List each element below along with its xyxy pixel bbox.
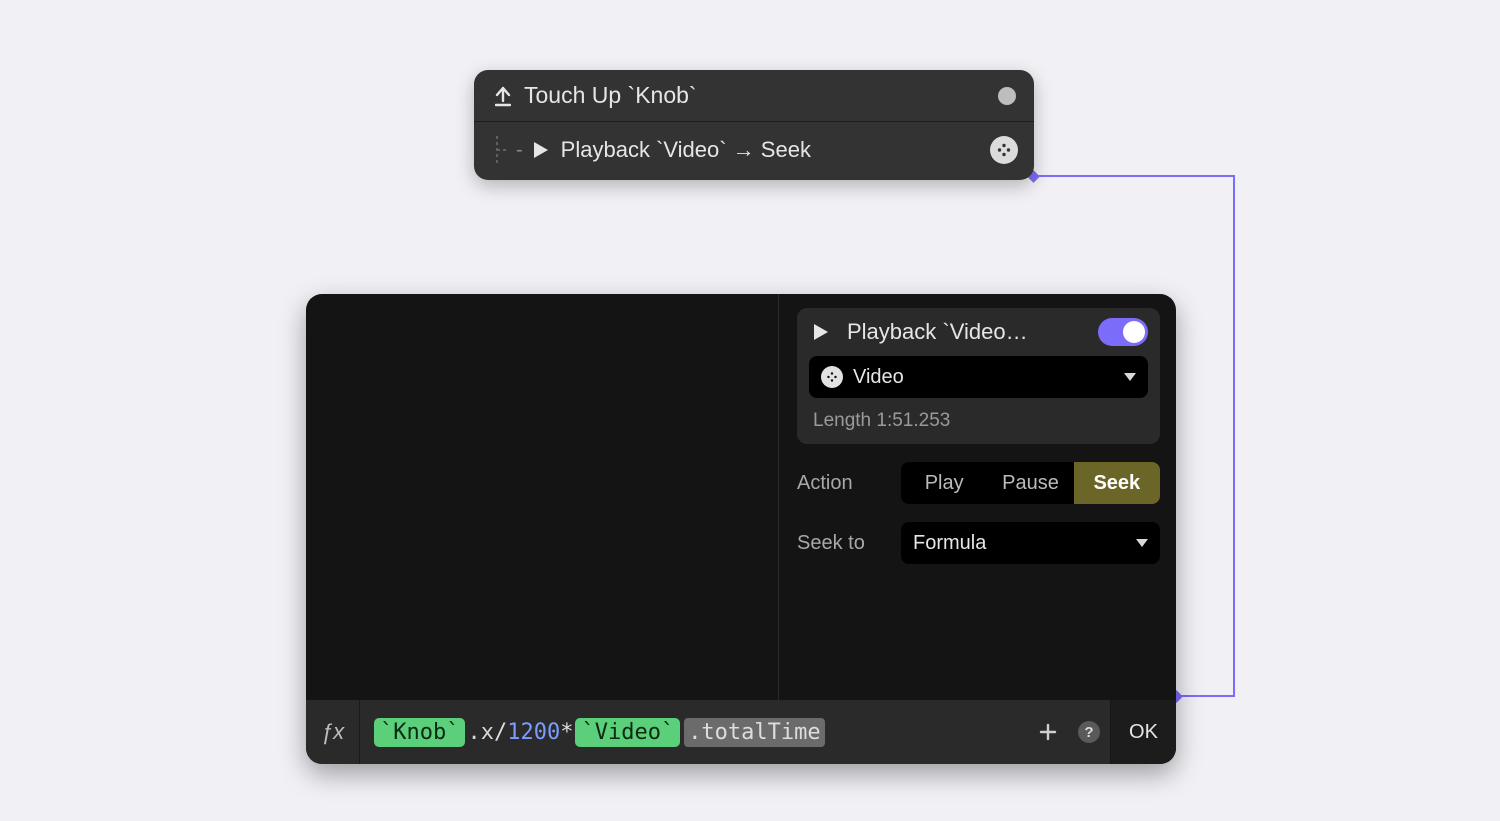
formula-input[interactable]: `Knob`.x/1200*`Video`.totalTime — [360, 700, 1032, 764]
trigger-child-row[interactable]: - Playback `Video` → Seek — [474, 122, 1034, 180]
seekto-value: Formula — [913, 532, 1136, 555]
trigger-title: Touch Up `Knob` — [524, 82, 998, 109]
formula-token-ref[interactable]: `Video` — [575, 718, 680, 747]
chevron-down-icon — [1136, 539, 1148, 547]
target-select-value: Video — [853, 366, 1124, 389]
seekto-row: Seek to Formula — [797, 522, 1160, 564]
action-option-play[interactable]: Play — [901, 462, 987, 504]
editor-panel: Playback `Video… Video Length 1:51.253 A… — [306, 294, 1176, 764]
inspector-pane: Playback `Video… Video Length 1:51.253 A… — [778, 294, 1176, 700]
trigger-child-label: Playback `Video` → Seek — [561, 137, 990, 163]
play-icon — [809, 323, 833, 341]
bullet-dash: - — [516, 139, 523, 162]
formula-token-op[interactable]: / — [494, 720, 507, 745]
target-select[interactable]: Video — [809, 356, 1148, 398]
action-segmented: Play Pause Seek — [901, 462, 1160, 504]
fx-icon: ƒx — [306, 700, 360, 764]
inspector-title: Playback `Video… — [847, 319, 1098, 345]
formula-token-prop[interactable]: .x — [467, 720, 494, 745]
seekto-label: Seek to — [797, 532, 901, 555]
formula-token-prop[interactable]: .totalTime — [684, 718, 824, 747]
formula-token-op[interactable]: * — [560, 720, 573, 745]
tree-branch-icon — [488, 134, 516, 166]
action-option-seek[interactable]: Seek — [1074, 462, 1160, 504]
film-reel-icon — [821, 366, 843, 388]
ok-button[interactable]: OK — [1110, 700, 1176, 764]
editor-canvas[interactable] — [306, 294, 778, 700]
seekto-select[interactable]: Formula — [901, 522, 1160, 564]
help-icon[interactable]: ? — [1078, 721, 1100, 743]
action-label: Action — [797, 472, 901, 495]
length-label: Length 1:51.253 — [809, 410, 1148, 432]
chevron-down-icon — [1124, 373, 1136, 381]
play-icon — [529, 141, 553, 159]
action-row: Action Play Pause Seek — [797, 462, 1160, 504]
film-reel-icon — [990, 136, 1018, 164]
plus-icon[interactable] — [1032, 716, 1064, 748]
action-option-pause[interactable]: Pause — [987, 462, 1073, 504]
formula-token-ref[interactable]: `Knob` — [374, 718, 465, 747]
enabled-toggle[interactable] — [1098, 318, 1148, 346]
trigger-card[interactable]: Touch Up `Knob` - Playback `Video` → See… — [474, 70, 1034, 180]
formula-token-number[interactable]: 1200 — [507, 720, 560, 745]
inspector-header-block: Playback `Video… Video Length 1:51.253 — [797, 308, 1160, 444]
formula-bar: ƒx `Knob`.x/1200*`Video`.totalTime ? OK — [306, 700, 1176, 764]
trigger-header-row[interactable]: Touch Up `Knob` — [474, 70, 1034, 122]
status-dot-icon — [998, 87, 1016, 105]
arrow-up-icon — [488, 85, 518, 107]
